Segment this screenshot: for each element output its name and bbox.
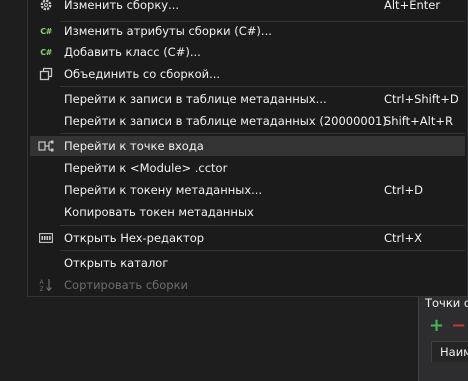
menu-item-shortcut: Ctrl+D (384, 183, 423, 197)
menu-separator (60, 133, 465, 134)
menu-item-goto-md-table-row[interactable]: Перейти к записи в таблице метаданных (2… (30, 111, 465, 131)
context-menu: Изменить сборку... Alt+Enter C# Изменить… (27, 0, 468, 297)
menu-item-label: Открыть каталог (64, 256, 169, 270)
menu-item-label: Перейти к <Module> .cctor (64, 161, 228, 175)
menu-item-label: Изменить сборку... (64, 0, 180, 12)
menu-separator (60, 250, 465, 251)
menu-item-open-hex-editor[interactable]: Открыть Hex-редактор Ctrl+X (30, 228, 465, 248)
menu-item-label: Перейти к токену метаданных... (64, 183, 263, 197)
menu-item-label: Открыть Hex-редактор (64, 231, 205, 245)
menu-item-label: Перейти к записи в таблице метаданных... (64, 92, 327, 106)
svg-text:Z: Z (40, 286, 44, 292)
menu-item-add-class[interactable]: C# Добавить класс (C#)... (30, 42, 465, 62)
sort-icon: A Z (38, 277, 54, 293)
menu-item-label: Сортировать сборки (64, 278, 189, 292)
column-header-name[interactable]: Наим (431, 341, 468, 362)
breakpoints-panel: Точки о + − Наим (418, 291, 468, 381)
entry-point-icon (38, 138, 54, 154)
menu-item-merge-assembly[interactable]: Объединить со сборкой... (30, 64, 465, 84)
menu-item-edit-assembly[interactable]: Изменить сборку... Alt+Enter (30, 0, 465, 15)
menu-item-shortcut: Alt+Enter (384, 0, 441, 12)
menu-item-label: Добавить класс (C#)... (64, 45, 201, 59)
menu-item-shortcut: Ctrl+X (384, 231, 422, 245)
menu-item-goto-entry-point[interactable]: Перейти к точке входа (30, 136, 465, 156)
menu-item-label: Изменить атрибуты сборки (C#)... (64, 24, 272, 38)
hex-editor-icon (38, 230, 54, 246)
csharp-icon: C# (40, 47, 52, 57)
menu-item-label: Копировать токен метаданных (64, 205, 254, 219)
panel-title: Точки о (425, 296, 468, 310)
menu-item-open-folder[interactable]: Открыть каталог (30, 253, 465, 273)
menu-item-copy-md-token[interactable]: Копировать токен метаданных (30, 202, 465, 222)
menu-item-sort-assemblies: A Z Сортировать сборки (30, 275, 465, 295)
svg-text:A: A (40, 279, 45, 286)
menu-item-goto-md-token[interactable]: Перейти к токену метаданных... Ctrl+D (30, 180, 465, 200)
menu-separator (60, 225, 465, 226)
menu-item-goto-module-cctor[interactable]: Перейти к <Module> .cctor (30, 158, 465, 178)
add-icon[interactable]: + (429, 317, 444, 335)
gear-icon (38, 0, 54, 13)
menu-item-goto-md-table[interactable]: Перейти к записи в таблице метаданных...… (30, 89, 465, 109)
menu-item-label: Объединить со сборкой... (64, 67, 221, 81)
menu-item-shortcut: Ctrl+Shift+D (384, 92, 459, 106)
menu-item-shortcut: Shift+Alt+R (384, 114, 453, 128)
menu-separator (60, 86, 465, 87)
menu-item-edit-attributes[interactable]: C# Изменить атрибуты сборки (C#)... (30, 21, 465, 41)
remove-icon[interactable]: − (451, 317, 466, 335)
merge-icon (38, 66, 54, 82)
menu-item-label: Перейти к точке входа (64, 139, 204, 153)
csharp-icon: C# (40, 26, 52, 36)
menu-item-label: Перейти к записи в таблице метаданных (2… (64, 114, 387, 128)
